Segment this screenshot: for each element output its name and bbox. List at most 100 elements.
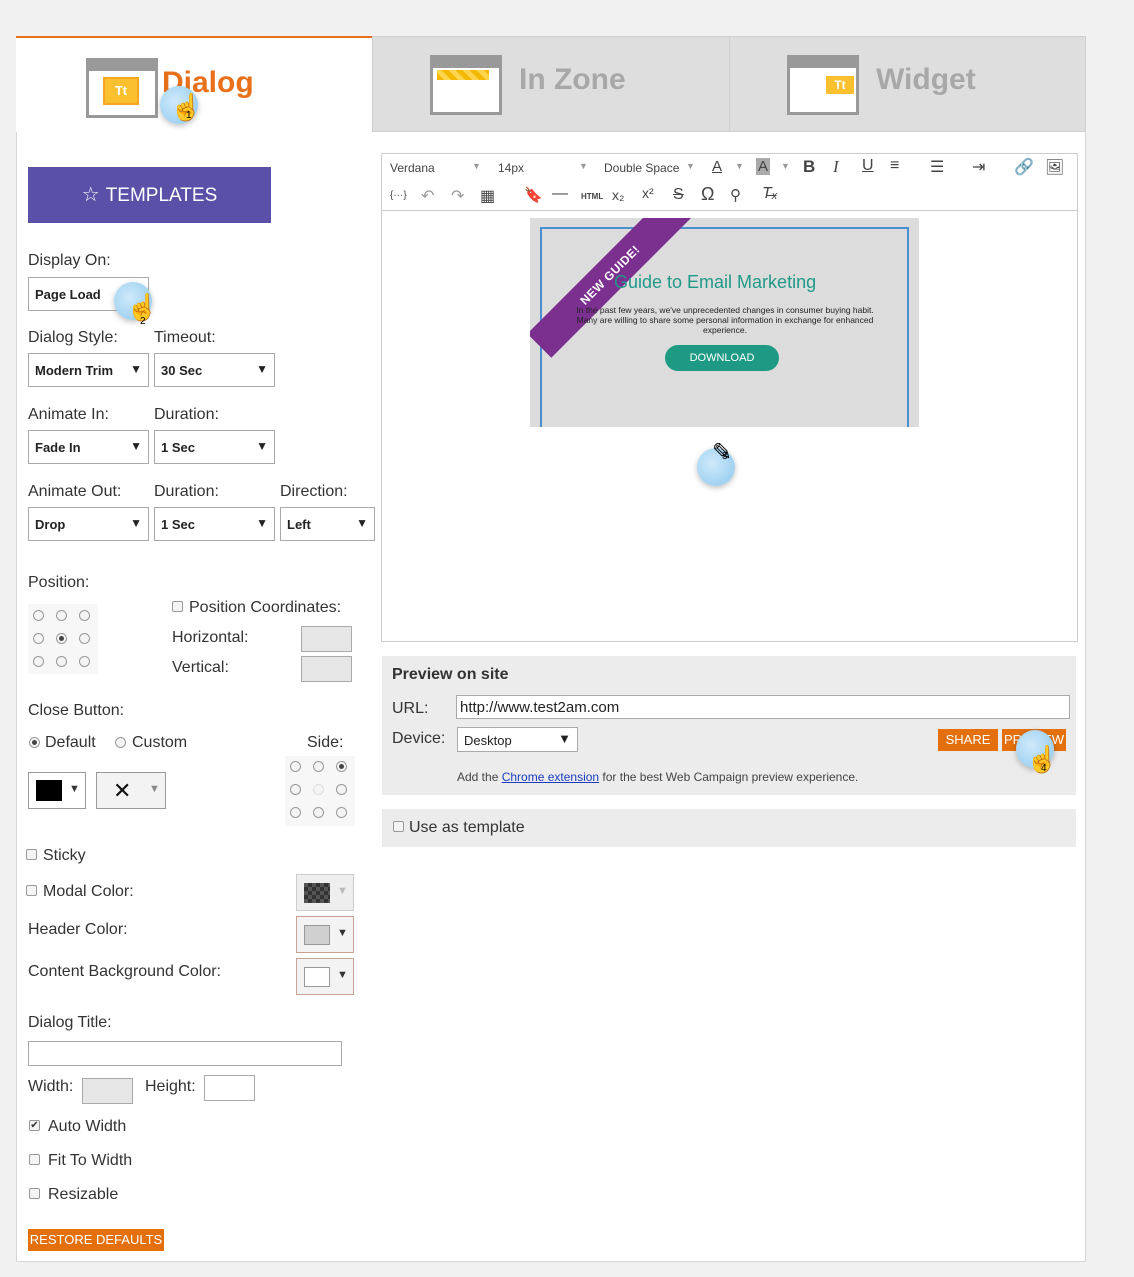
url-input[interactable]: http://www.test2am.com xyxy=(456,695,1070,719)
in-zone-window-icon xyxy=(430,55,502,115)
position-radio-bl[interactable] xyxy=(33,656,44,667)
link-icon[interactable]: 🔗 xyxy=(1014,157,1034,177)
side-radio-br[interactable] xyxy=(336,807,347,818)
horizontal-input[interactable] xyxy=(301,626,352,652)
side-radio-bl[interactable] xyxy=(290,807,301,818)
chevron-down-icon: ▼ xyxy=(256,362,268,376)
background-color-icon[interactable]: A xyxy=(756,158,771,175)
chevron-down-icon: ▼ xyxy=(735,161,744,171)
resizable-checkbox[interactable] xyxy=(29,1188,40,1199)
chevron-down-icon: ▼ xyxy=(558,731,571,746)
chevron-down-icon: ▼ xyxy=(337,969,348,981)
undo-icon[interactable]: ↶ xyxy=(421,186,434,206)
position-radio-ml[interactable] xyxy=(33,633,44,644)
superscript-icon[interactable]: x² xyxy=(642,185,654,201)
position-radio-tr[interactable] xyxy=(79,610,90,621)
position-radio-mr[interactable] xyxy=(79,633,90,644)
direction-select[interactable]: Left ▼ xyxy=(280,507,375,541)
device-select[interactable]: Desktop ▼ xyxy=(457,727,578,752)
close-default-label: Default xyxy=(45,734,96,751)
close-color-picker[interactable]: ▼ xyxy=(28,772,86,809)
italic-icon[interactable]: I xyxy=(833,157,839,177)
find-icon[interactable]: ⚲ xyxy=(730,186,741,204)
modal-color-checkbox[interactable] xyxy=(26,885,37,896)
animate-out-select[interactable]: Drop ▼ xyxy=(28,507,149,541)
text-color-icon[interactable]: A xyxy=(712,158,722,175)
dialog-title-input[interactable] xyxy=(28,1041,342,1066)
close-default-radio[interactable] xyxy=(29,737,40,748)
position-radio-bc[interactable] xyxy=(56,656,67,667)
indent-icon[interactable]: ⇥ xyxy=(972,157,985,177)
chevron-down-icon: ▼ xyxy=(130,362,142,376)
close-symbol-picker[interactable]: ✕ ▼ xyxy=(96,772,166,809)
font-family-select[interactable]: Verdana xyxy=(390,161,435,175)
width-input[interactable] xyxy=(82,1078,133,1104)
align-left-icon[interactable]: ≡ xyxy=(890,157,899,175)
table-icon[interactable]: ▦ xyxy=(480,186,495,206)
tab-widget[interactable]: Tt Widget xyxy=(729,36,1086,132)
auto-width-checkbox[interactable]: ✔ xyxy=(29,1120,40,1131)
position-radio-tl[interactable] xyxy=(33,610,44,621)
fit-to-width-checkbox[interactable] xyxy=(29,1154,40,1165)
bold-icon[interactable]: B xyxy=(803,157,815,177)
html-icon[interactable]: HTML xyxy=(581,192,603,201)
close-custom-radio[interactable] xyxy=(115,737,126,748)
chevron-down-icon: ▼ xyxy=(686,161,695,171)
content-bg-color-picker[interactable]: ▼ xyxy=(296,958,354,995)
subscript-icon[interactable]: x₂ xyxy=(612,187,624,203)
underline-icon[interactable]: U xyxy=(862,157,874,175)
duration-out-value: 1 Sec xyxy=(161,517,195,532)
direction-label: Direction: xyxy=(280,483,348,500)
strikethrough-icon[interactable]: S xyxy=(673,186,684,204)
timeout-value: 30 Sec xyxy=(161,363,203,378)
timeout-select[interactable]: 30 Sec ▼ xyxy=(154,353,275,387)
restore-defaults-button[interactable]: RESTORE DEFAULTS xyxy=(28,1229,164,1251)
font-size-select[interactable]: 14px xyxy=(498,161,524,175)
horizontal-label: Horizontal: xyxy=(172,629,249,646)
position-radio-br[interactable] xyxy=(79,656,90,667)
url-label: URL: xyxy=(392,700,429,717)
bullet-list-icon[interactable]: ☰ xyxy=(930,157,944,177)
bookmark-icon[interactable]: 🔖 xyxy=(524,186,543,204)
chevron-down-icon: ▼ xyxy=(337,885,348,897)
share-button[interactable]: SHARE xyxy=(938,729,998,751)
duration-out-select[interactable]: 1 Sec ▼ xyxy=(154,507,275,541)
clear-format-icon[interactable]: T̶ₓ xyxy=(762,185,778,203)
side-radio-bc[interactable] xyxy=(313,807,324,818)
side-radio-center[interactable] xyxy=(313,784,324,795)
side-radio-tl[interactable] xyxy=(290,761,301,772)
tab-in-zone[interactable]: In Zone xyxy=(372,36,730,132)
side-radio-ml[interactable] xyxy=(290,784,301,795)
redo-icon[interactable]: ↷ xyxy=(451,186,464,206)
timeout-label: Timeout: xyxy=(154,329,216,346)
side-radio-mr[interactable] xyxy=(336,784,347,795)
source-code-icon[interactable]: {···} xyxy=(390,190,407,201)
animate-in-select[interactable]: Fade In ▼ xyxy=(28,430,149,464)
vertical-input[interactable] xyxy=(301,656,352,682)
height-input[interactable] xyxy=(204,1075,255,1101)
chevron-down-icon: ▼ xyxy=(256,516,268,530)
templates-label: TEMPLATES xyxy=(105,185,218,206)
header-color-picker[interactable]: ▼ xyxy=(296,916,354,953)
close-icon: ✕ xyxy=(113,778,132,803)
sticky-checkbox[interactable] xyxy=(26,849,37,860)
modal-color-picker[interactable]: ▼ xyxy=(296,874,354,911)
email-card[interactable]: NEW GUIDE! Guide to Email Marketing In t… xyxy=(530,218,919,427)
position-radio-tc[interactable] xyxy=(56,610,67,621)
chevron-down-icon: ▼ xyxy=(781,161,790,171)
dialog-style-label: Dialog Style: xyxy=(28,329,118,346)
position-radio-center[interactable] xyxy=(56,633,67,644)
dialog-style-select[interactable]: Modern Trim ▼ xyxy=(28,353,149,387)
use-as-template-checkbox[interactable] xyxy=(393,821,404,832)
special-char-icon[interactable]: Ω xyxy=(701,184,714,205)
chrome-extension-link[interactable]: Chrome extension xyxy=(502,770,599,784)
duration-in-select[interactable]: 1 Sec ▼ xyxy=(154,430,275,464)
download-button[interactable]: DOWNLOAD xyxy=(665,345,779,371)
side-radio-tc[interactable] xyxy=(313,761,324,772)
position-coordinates-checkbox[interactable] xyxy=(172,601,183,612)
templates-button[interactable]: ☆ TEMPLATES xyxy=(28,167,271,223)
line-spacing-select[interactable]: Double Space xyxy=(604,161,679,175)
image-icon[interactable]: 🖼 xyxy=(1045,158,1064,176)
horizontal-rule-icon[interactable]: — xyxy=(552,185,568,203)
side-radio-tr[interactable] xyxy=(336,761,347,772)
